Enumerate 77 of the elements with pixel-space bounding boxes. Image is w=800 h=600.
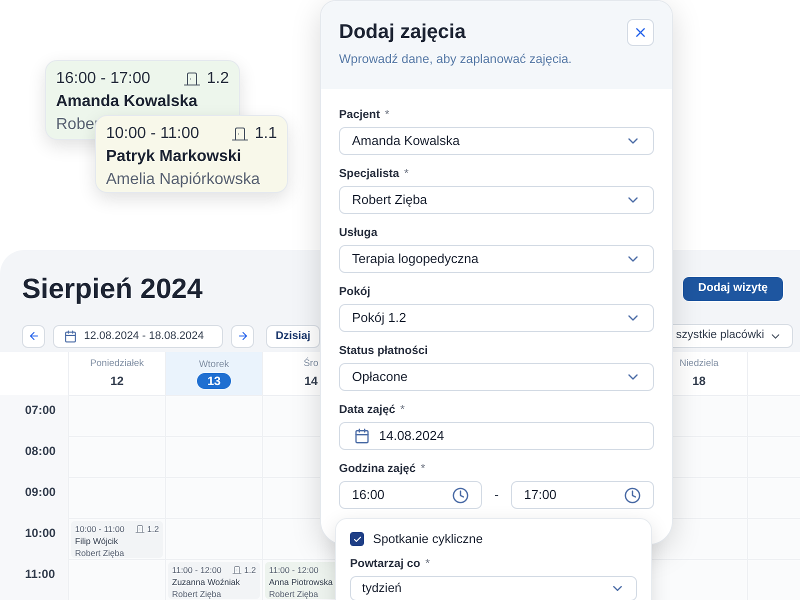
time-field[interactable]: 17:00 [511,481,654,509]
event-time: 11:00 - 12:00 [172,564,222,576]
arrow-right-icon [236,330,248,342]
patient-name: Anna Piotrowska [269,576,334,588]
field-label: Status płatności [339,344,428,360]
today-button[interactable]: Dzisiaj [266,324,320,348]
calendar-icon [354,428,370,444]
event-time: 10:00 - 11:00 [75,523,124,535]
time-field[interactable]: 16:00 [339,481,482,509]
required-asterisk: * [404,167,409,182]
patient-name: Amanda Kowalska [56,92,198,112]
required-asterisk: * [400,403,405,418]
range-separator: - [494,486,499,504]
check-icon [352,534,362,544]
specialist-name: Robert Zięba [75,547,126,559]
door-icon [135,524,146,534]
required-asterisk: * [384,108,390,124]
close-button[interactable] [627,19,654,46]
field-label: Data zajęć [339,403,396,418]
room-number: 1.2 [206,69,229,89]
required-asterisk: * [425,557,430,572]
date-field[interactable]: 14.08.2024 [339,422,654,450]
weekday-label: Wtorek [198,358,230,372]
hour-label: 09:00 [0,477,68,518]
date-range-field[interactable]: 12.08.2024 - 18.08.2024 [53,324,223,348]
day-number: 12 [110,372,124,390]
hour-label: 10:00 [0,518,68,560]
select-field[interactable]: tydzień [350,576,637,600]
door-icon [182,70,201,88]
required-asterisk: * [420,462,426,478]
field-label: Usługa [339,226,378,242]
calendar-cell[interactable] [650,559,747,600]
field-label: Pacjent [339,108,380,124]
field-label: Specjalista [339,167,400,182]
select-field[interactable]: Terapia logopedyczna [339,245,654,273]
calendar-icon [64,330,77,342]
specialist-name: Robert Zięba [172,588,222,600]
patient-name: Filip Wójcik [75,535,119,547]
field-label: Godzina zajęć [339,462,416,478]
clock-icon [452,486,469,504]
arrow-left-icon [28,330,40,342]
checkbox[interactable] [350,532,364,546]
patient-name: Zuzanna Woźniak [172,576,241,588]
dialog-subtitle: Wprowadź dane, aby zaplanować zajęcia. [339,51,573,68]
field-label: Pokój [339,285,370,300]
weekday-label: Niedziela [679,357,719,372]
hour-label: 08:00 [0,436,68,477]
event-time: 11:00 - 12:00 [269,564,318,576]
dialog-title: Dodaj zajęcia [339,20,466,45]
add-visit-button[interactable]: Dodaj wizytę [683,277,783,301]
day-number: 18 [692,372,706,390]
hour-label: 07:00 [0,395,68,436]
door-icon [230,125,249,143]
checkbox-label: Spotkanie cykliczne [373,531,483,548]
door-icon [232,565,242,575]
select-field[interactable]: Opłacone [339,363,654,391]
previous-week-button[interactable] [22,324,45,348]
hour-label: 11:00 [0,559,68,600]
select-field[interactable]: Robert Zięba [339,186,654,214]
room-number: 1.2 [147,523,159,535]
day-number: 13 [197,373,231,390]
close-icon [633,25,648,40]
day-number: 14 [304,372,318,390]
specialist-name: Robert Zięba [269,588,320,600]
select-field[interactable]: Pokój 1.2 [339,304,654,332]
room-number: 1.1 [254,124,277,144]
room-number: 1.2 [244,564,256,576]
time-range: 16:00 - 17:00 [56,69,150,89]
clock-icon [624,486,641,504]
month-title: Sierpień 2024 [22,272,203,306]
next-week-button[interactable] [231,324,254,348]
weekday-label: Śro [304,357,318,372]
patient-name: Patryk Markowski [106,147,242,167]
weekday-label: Poniedziałek [90,357,144,372]
specialist-name: Amelia Napiórkowska [106,171,260,188]
time-range: 10:00 - 11:00 [106,124,200,144]
select-field[interactable]: Amanda Kowalska [339,127,654,155]
